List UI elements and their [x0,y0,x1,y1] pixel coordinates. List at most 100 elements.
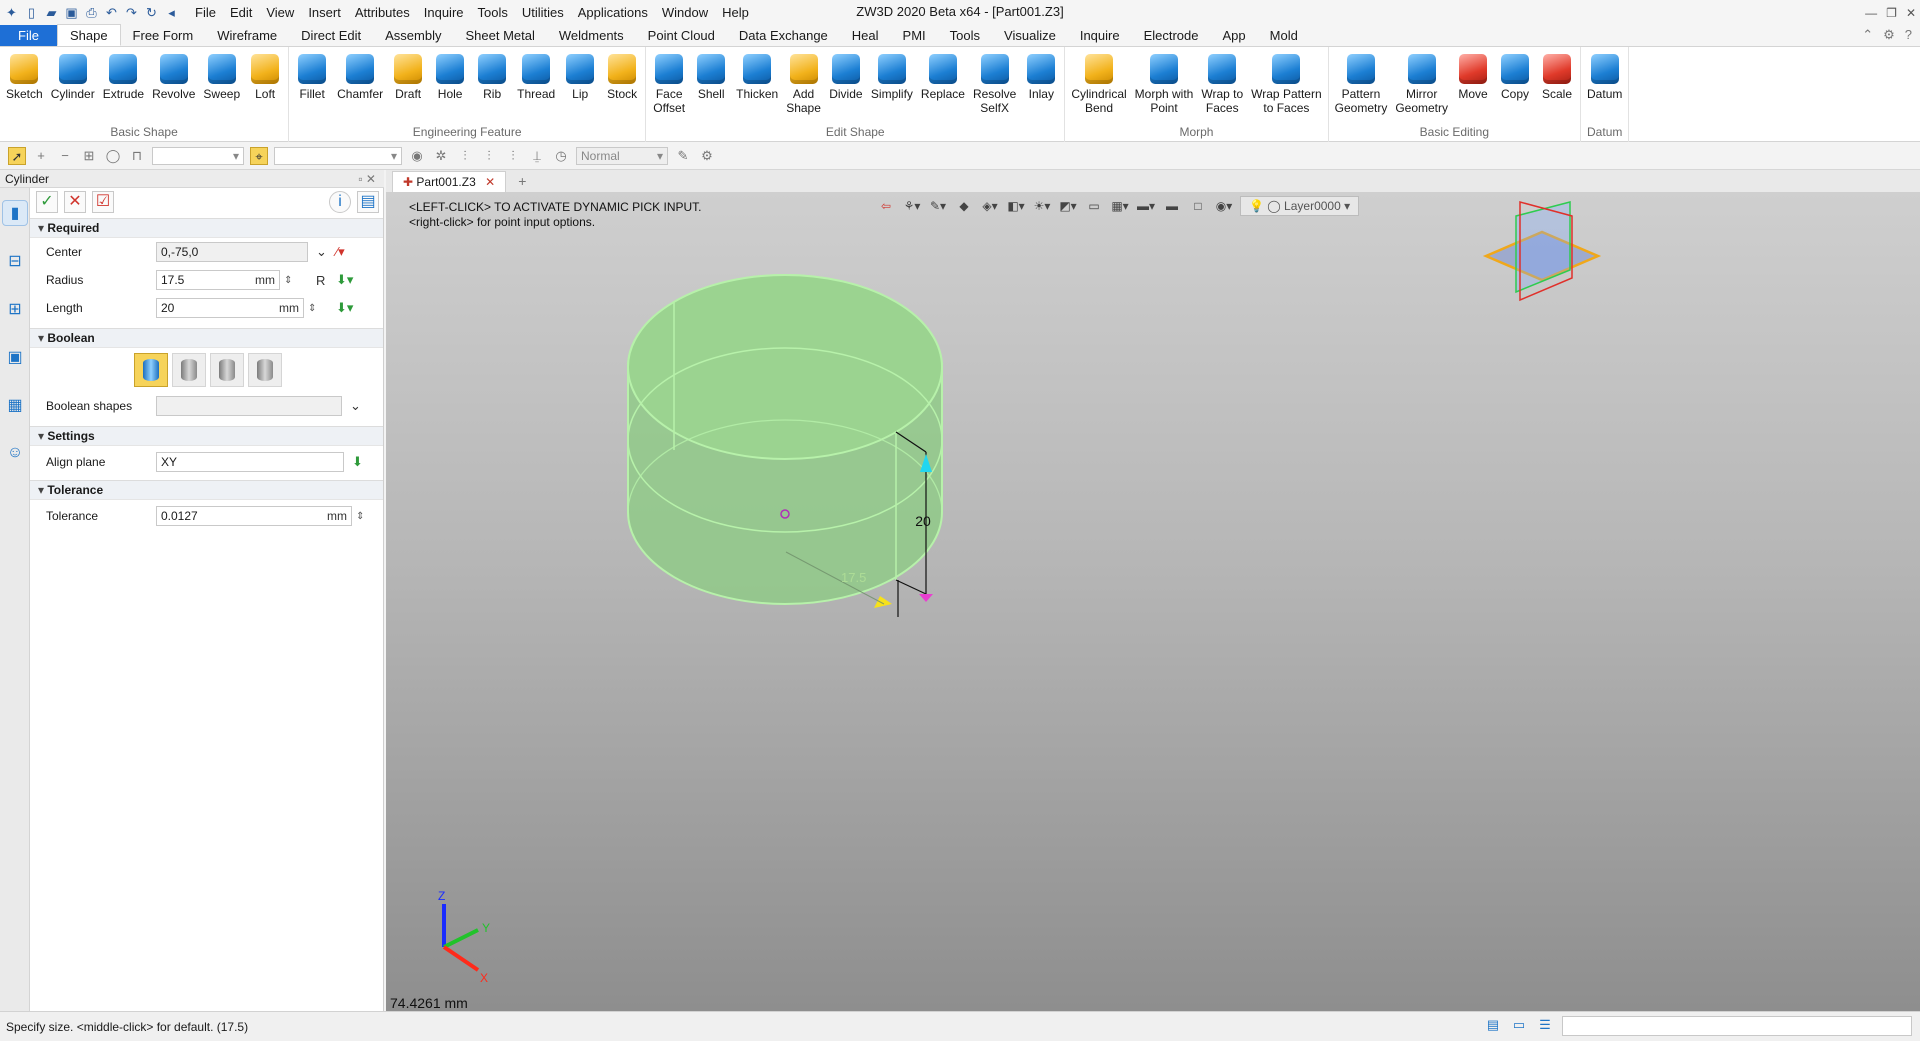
status-list-icon[interactable]: ☰ [1536,1017,1554,1035]
intersect-shape-bool-button[interactable] [248,353,282,387]
base-shape-button[interactable] [134,353,168,387]
pin-icon[interactable]: ⍊ [528,147,546,165]
minus-icon[interactable]: − [56,147,74,165]
point-pick-icon[interactable]: ⁄▾ [336,244,345,260]
app-logo-icon[interactable]: ✦ [3,4,20,21]
panel-close-icon[interactable]: ▫ ✕ [358,170,376,188]
regen-icon[interactable]: ↻ [143,4,160,21]
expand-down-icon[interactable]: ⌄ [316,244,327,260]
base-point-handle[interactable] [919,594,933,602]
ok-check-icon[interactable]: ✓ [36,191,58,213]
document-tab-part001[interactable]: ✚ Part001.Z3 ✕ [392,171,507,192]
length-dimension-label[interactable]: 20 [915,513,931,529]
menu-tools[interactable]: Tools [471,0,515,25]
tab-wireframe[interactable]: Wireframe [205,25,289,46]
align-center-icon[interactable]: ⫶ [480,147,498,165]
panel-options-icon[interactable]: ▤ [357,191,379,213]
plus-icon[interactable]: + [32,147,50,165]
new-tab-plus-icon[interactable]: + [518,171,526,192]
tab-direct-edit[interactable]: Direct Edit [289,25,373,46]
align-plane-pick-icon[interactable]: ⬇ [352,454,363,470]
new-file-icon[interactable]: ▯ [23,4,40,21]
tab-assembly[interactable]: Assembly [373,25,453,46]
tab-mold[interactable]: Mold [1258,25,1310,46]
user-icon[interactable]: ☺ [2,440,28,466]
feature-manager-icon[interactable]: ▮ [2,200,28,226]
tab-free-form[interactable]: Free Form [121,25,206,46]
cylinder-preview[interactable] [627,274,943,605]
snap-combo[interactable]: ▾ [274,146,402,165]
menu-inquire[interactable]: Inquire [417,0,471,25]
help-icon[interactable]: ? [1905,27,1912,43]
tab-shape[interactable]: Shape [56,24,121,46]
snap-icon[interactable]: ⌖ [250,146,268,165]
tolerance-stepper-icon[interactable]: ⇕ [356,511,364,522]
arrow-left-icon[interactable]: ◂ [163,4,180,21]
clock-icon[interactable]: ◷ [552,147,570,165]
add-shape-bool-button[interactable] [172,353,206,387]
section-settings[interactable]: Settings [30,426,383,446]
tool-icon[interactable]: ✎ [674,147,692,165]
tab-electrode[interactable]: Electrode [1132,25,1211,46]
settings-gear-icon[interactable]: ⚙ [1883,27,1895,43]
length-stepper-icon[interactable]: ⇕ [308,303,316,314]
restore-icon[interactable]: ❐ [1886,6,1897,20]
radius-drag-handle[interactable] [874,596,892,608]
menu-applications[interactable]: Applications [571,0,655,25]
radius-stepper-icon[interactable]: ⇕ [284,275,292,286]
tab-tools[interactable]: Tools [938,25,992,46]
settings-icon[interactable]: ⚙ [698,147,716,165]
info-icon[interactable]: i [329,191,351,213]
tab-file[interactable]: File [0,25,57,46]
menu-view[interactable]: View [259,0,301,25]
command-input-field[interactable] [1562,1016,1912,1036]
tab-sheet-metal[interactable]: Sheet Metal [454,25,547,46]
tab-pmi[interactable]: PMI [891,25,938,46]
tab-inquire[interactable]: Inquire [1068,25,1132,46]
align-right-icon[interactable]: ⫶ [504,147,522,165]
filter-icon[interactable]: ⊞ [80,147,98,165]
gear-icon[interactable]: ✲ [432,147,450,165]
open-folder-icon[interactable]: ▰ [43,4,60,21]
print-icon[interactable]: ⎙ [83,4,100,21]
status-tree-icon[interactable]: ▤ [1484,1017,1502,1035]
tolerance-field[interactable]: 0.0127 mm [156,506,352,526]
pick-arrow-icon[interactable]: ➚ [8,146,26,165]
minimize-icon[interactable]: — [1865,6,1877,20]
menu-edit[interactable]: Edit [223,0,259,25]
view-orientation-planes[interactable] [1482,201,1602,302]
radius-measure-icon[interactable]: ⬇▾ [336,272,353,288]
radius-r-icon[interactable]: R [316,273,325,288]
section-required[interactable]: Required [30,218,383,238]
menu-insert[interactable]: Insert [301,0,348,25]
redo-icon[interactable]: ↷ [123,4,140,21]
radius-field[interactable]: 17.5 mm [156,270,280,290]
tab-visualize[interactable]: Visualize [992,25,1068,46]
section-boolean[interactable]: Boolean [30,328,383,348]
length-measure-icon[interactable]: ⬇▾ [336,300,353,316]
section-tolerance[interactable]: Tolerance [30,480,383,500]
menu-window[interactable]: Window [655,0,715,25]
tab-point-cloud[interactable]: Point Cloud [636,25,727,46]
assembly-tree-icon[interactable]: ⊞ [2,296,28,322]
boolean-shapes-field[interactable] [156,396,342,416]
radius-dimension-label[interactable]: 17.5 [841,570,866,585]
filter-combo[interactable]: ▾ [152,146,244,165]
undo-icon[interactable]: ↶ [103,4,120,21]
tab-data-exchange[interactable]: Data Exchange [727,25,840,46]
menu-file[interactable]: File [188,0,223,25]
align-plane-field[interactable]: XY [156,452,344,472]
menu-attributes[interactable]: Attributes [348,0,417,25]
length-field[interactable]: 20 mm [156,298,304,318]
save-icon[interactable]: ▣ [63,4,80,21]
tab-heal[interactable]: Heal [840,25,891,46]
ribbon-collapse-icon[interactable]: ⌃ [1862,27,1873,43]
record-icon[interactable]: ◉ [408,147,426,165]
tab-app[interactable]: App [1211,25,1258,46]
apply-icon[interactable]: ☑ [92,191,114,213]
document-close-icon[interactable]: ✕ [485,175,495,189]
pick-type-icon[interactable]: ⊓ [128,147,146,165]
close-icon[interactable]: ✕ [1906,6,1916,20]
boolean-expand-icon[interactable]: ⌄ [350,398,361,414]
tab-weldments[interactable]: Weldments [547,25,636,46]
